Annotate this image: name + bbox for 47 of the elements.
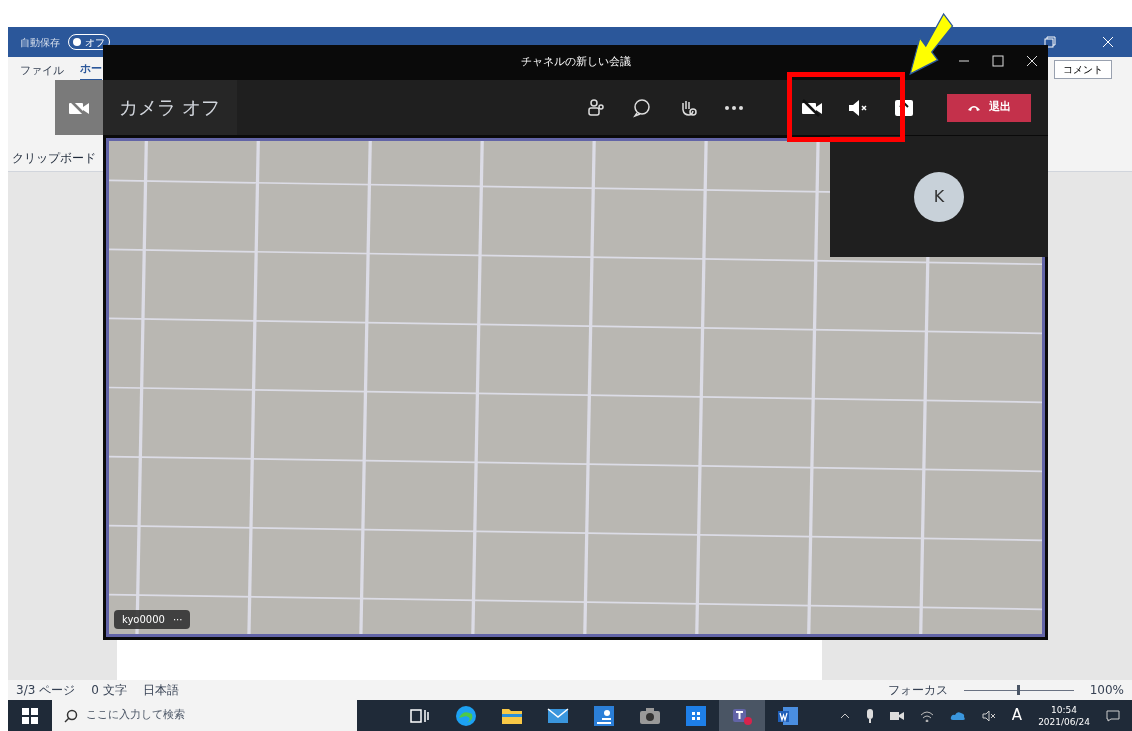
grid-app-icon[interactable] bbox=[685, 704, 707, 727]
group-label: クリップボード bbox=[12, 150, 96, 167]
autosave-label: 自動保存 bbox=[20, 35, 60, 50]
zoom-slider[interactable] bbox=[963, 685, 1074, 695]
page-count: 3/3 ページ bbox=[16, 682, 76, 699]
clock-time: 10:54 bbox=[1051, 703, 1078, 716]
search-field[interactable]: ここに入力して検索 bbox=[52, 700, 357, 731]
document-app-icon[interactable] bbox=[777, 704, 799, 727]
cloud-icon[interactable] bbox=[949, 710, 966, 721]
phone-hangup-icon bbox=[967, 103, 981, 112]
avatar: K bbox=[914, 171, 964, 222]
task-view-icon[interactable] bbox=[410, 707, 430, 724]
speaker-mute-icon[interactable] bbox=[847, 98, 869, 117]
camera-status: カメラ オフ bbox=[119, 95, 221, 121]
people-icon[interactable] bbox=[586, 97, 606, 118]
microphone-icon[interactable] bbox=[865, 708, 874, 723]
camera-icon[interactable] bbox=[639, 706, 661, 725]
window-title: チャネルの新しい会議 bbox=[520, 54, 631, 71]
camera-off-icon[interactable] bbox=[801, 98, 823, 117]
folder-icon[interactable] bbox=[501, 706, 523, 725]
leave-button[interactable]: 退出 bbox=[947, 93, 1031, 122]
comment-button[interactable]: コメント bbox=[1054, 60, 1112, 79]
network-icon[interactable] bbox=[919, 709, 934, 722]
maximize-icon[interactable] bbox=[992, 55, 1004, 67]
speaker-mute-icon[interactable] bbox=[981, 709, 996, 722]
language: 日本語 bbox=[142, 682, 179, 699]
zoom-level: 100% bbox=[1089, 682, 1124, 699]
camera-icon[interactable] bbox=[889, 710, 904, 721]
browser-icon[interactable] bbox=[455, 704, 477, 727]
mail-icon[interactable] bbox=[547, 707, 569, 724]
notification-icon[interactable] bbox=[1106, 709, 1120, 722]
word-count: 0 文字 bbox=[91, 682, 127, 699]
restore-icon[interactable] bbox=[1044, 36, 1056, 48]
person-board-icon[interactable] bbox=[593, 704, 615, 727]
chevron-up-icon[interactable] bbox=[839, 712, 850, 719]
clock-date: 2021/06/24 bbox=[1038, 715, 1090, 728]
zoom-thumb[interactable] bbox=[1017, 685, 1021, 695]
input-method[interactable]: A bbox=[1011, 704, 1023, 727]
more-icon[interactable] bbox=[724, 104, 744, 111]
participant-name: kyo0000 bbox=[122, 613, 165, 627]
more-button[interactable]: ··· bbox=[172, 612, 183, 627]
focus-button[interactable]: フォーカス bbox=[887, 681, 948, 699]
chat-icon[interactable] bbox=[632, 97, 652, 118]
search-icon bbox=[64, 708, 78, 723]
ribbon-tab[interactable]: ファイル bbox=[20, 62, 64, 81]
start-icon[interactable] bbox=[22, 707, 38, 724]
close-icon[interactable] bbox=[1026, 55, 1038, 67]
